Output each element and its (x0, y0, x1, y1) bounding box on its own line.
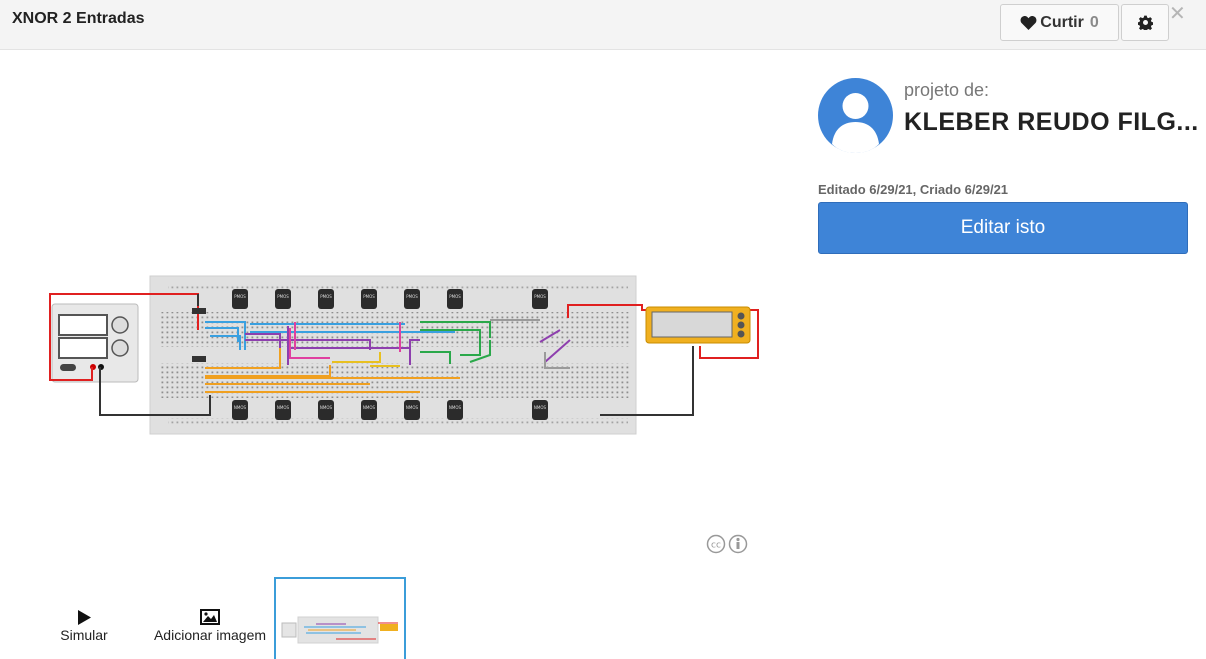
like-button[interactable]: Curtir 0 (1000, 4, 1119, 41)
simulate-label: Simular (60, 627, 108, 643)
avatar[interactable] (818, 78, 893, 153)
nmos-chip (318, 400, 334, 420)
settings-button[interactable] (1121, 4, 1169, 41)
add-image-button[interactable]: Adicionar imagem (146, 607, 274, 643)
nmos-chip-label: NMOS (449, 405, 462, 410)
author-name[interactable]: KLEBER REUDO FILG... (904, 108, 1199, 137)
byline-label: projeto de: (904, 80, 990, 100)
pmos-chip-label: PMOS (234, 294, 246, 299)
pmos-chip-label: PMOS (449, 294, 461, 299)
pmos-chip (361, 289, 377, 309)
nmos-chip (404, 400, 420, 420)
like-count: 0 (1089, 13, 1099, 31)
nmos-chip-label: NMOS (234, 405, 247, 410)
nmos-chip (275, 400, 291, 420)
nmos-chip (532, 400, 548, 420)
multimeter (645, 306, 751, 344)
pmos-chip-label: PMOS (406, 294, 418, 299)
pmos-chip-label: PMOS (320, 294, 332, 299)
nmos-chip-label: NMOS (406, 405, 419, 410)
license-icons: cc (706, 534, 748, 554)
nmos-chip-label: NMOS (534, 405, 547, 410)
edit-dates: Editado 6/29/21, Criado 6/29/21 (818, 182, 1009, 197)
image-icon (200, 609, 220, 625)
pmos-chip-label: PMOS (363, 294, 375, 299)
project-page: XNOR 2 Entradas Curtir 0 ✕ PMOS PMOS PMO… (0, 0, 1206, 659)
nmos-chip-label: NMOS (277, 405, 290, 410)
page-title: XNOR 2 Entradas (12, 10, 145, 27)
nmos-chip-label: NMOS (363, 405, 376, 410)
pmos-chip-label: PMOS (534, 294, 546, 299)
circuit-preview[interactable]: PMOS PMOS PMOS PMOS PMOS PMOS PMOS NMOS NMOS NMO… (40, 270, 770, 440)
pmos-chip (232, 289, 248, 309)
nmos-chip (361, 400, 377, 420)
add-image-label: Adicionar imagem (153, 627, 267, 643)
pmos-chip (404, 289, 420, 309)
pmos-chip (275, 289, 291, 309)
gear-icon (1137, 15, 1153, 30)
thumbnail-preview (281, 616, 398, 644)
switch (192, 308, 206, 314)
edit-project-button[interactable]: Editar isto (818, 202, 1188, 254)
pmos-chip-label: PMOS (277, 294, 289, 299)
pmos-chip (318, 289, 334, 309)
nmos-chip-label: NMOS (320, 405, 333, 410)
svg-text:cc: cc (711, 541, 721, 551)
switch (192, 356, 206, 362)
like-label: Curtir (1040, 13, 1084, 31)
play-icon (78, 609, 91, 625)
simulate-button[interactable]: Simular (54, 607, 114, 643)
circuit-thumbnail[interactable] (274, 577, 406, 659)
pmos-chip (532, 289, 548, 309)
circuit-diagram: PMOS PMOS PMOS PMOS PMOS PMOS PMOS NMOS NMOS NMO… (49, 275, 759, 435)
nmos-chip (447, 400, 463, 420)
power-supply (51, 303, 139, 383)
header-bar: XNOR 2 Entradas Curtir 0 ✕ (0, 0, 1206, 50)
pmos-chip (447, 289, 463, 309)
nmos-chip (232, 400, 248, 420)
close-icon[interactable]: ✕ (1169, 1, 1186, 26)
breadboard (149, 275, 637, 435)
heart-icon (1020, 16, 1037, 30)
